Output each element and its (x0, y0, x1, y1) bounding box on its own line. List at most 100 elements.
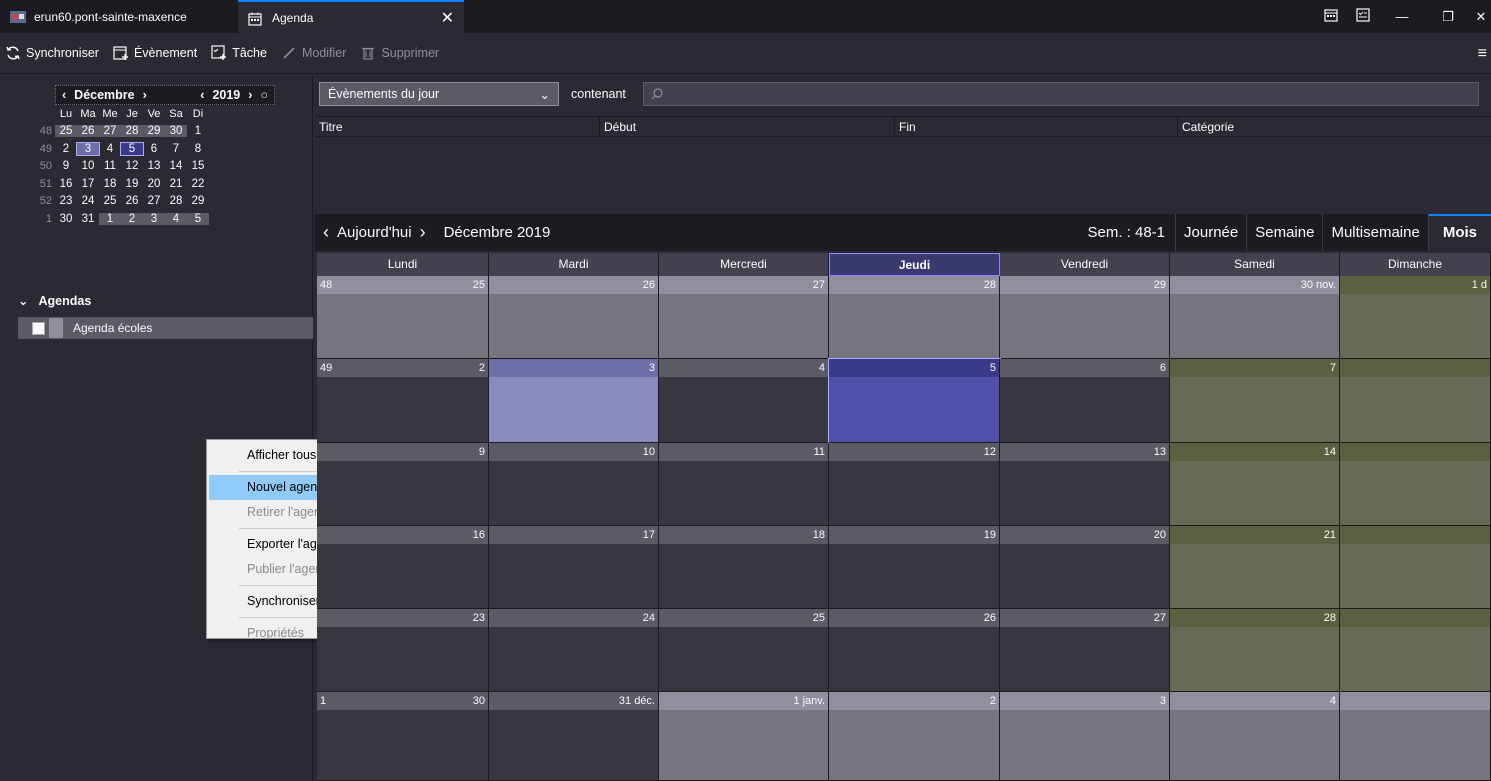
month-day-cell[interactable]: 24 (489, 609, 659, 692)
month-day-cell[interactable]: 28 (829, 276, 1000, 359)
month-day-cell[interactable]: 27 (1000, 609, 1170, 692)
month-day-cell[interactable]: 20 (1000, 526, 1170, 609)
month-day-cell[interactable]: 3 (489, 359, 659, 443)
month-day-cell[interactable]: 14 (1170, 443, 1340, 526)
mini-calendar-day[interactable]: 19 (121, 178, 143, 190)
mini-calendar-day[interactable]: 5 (187, 212, 209, 225)
month-day-cell[interactable]: 13 (1000, 443, 1170, 526)
mini-calendar-day[interactable]: 18 (99, 178, 121, 190)
month-day-cell[interactable] (1340, 359, 1491, 443)
mini-calendar-day[interactable]: 29 (143, 125, 165, 138)
month-day-cell[interactable]: 11 (659, 443, 829, 526)
mini-calendar-day[interactable]: 3 (143, 212, 165, 225)
mini-calendar-day[interactable]: 12 (121, 160, 143, 172)
search-input[interactable] (643, 82, 1479, 106)
mini-calendar-day[interactable]: 1 (187, 125, 209, 137)
month-day-cell[interactable]: 25 (659, 609, 829, 692)
prev-year-icon[interactable]: ‹ (200, 88, 204, 102)
mini-calendar-day[interactable]: 24 (77, 195, 99, 207)
hamburger-menu-icon[interactable]: ≡ (1478, 45, 1487, 63)
mini-calendar-day[interactable]: 20 (143, 178, 165, 190)
task-icon[interactable] (1347, 8, 1379, 25)
mini-calendar-day[interactable]: 23 (55, 195, 77, 207)
mini-calendar-day[interactable]: 22 (187, 178, 209, 190)
today-circle-icon[interactable]: ○ (260, 88, 268, 102)
month-day-cell[interactable]: 7 (1170, 359, 1340, 443)
month-day-cell[interactable] (1340, 609, 1491, 692)
month-day-cell[interactable]: 30 nov. (1170, 276, 1340, 359)
next-month-icon[interactable]: › (143, 88, 147, 102)
prev-icon[interactable]: ‹ (315, 222, 337, 243)
new-task-button[interactable]: Tâche (211, 45, 267, 61)
mini-calendar-day[interactable]: 21 (165, 178, 187, 190)
month-day-cell[interactable]: 6 (1000, 359, 1170, 443)
mini-calendar-day[interactable]: 15 (187, 160, 209, 172)
mini-calendar-month[interactable]: Décembre (74, 88, 134, 102)
month-day-cell[interactable]: 17 (489, 526, 659, 609)
view-tab-multiweek[interactable]: Multisemaine (1322, 214, 1427, 251)
mini-calendar-day[interactable]: 17 (77, 178, 99, 190)
next-year-icon[interactable]: › (248, 88, 252, 102)
mini-calendar-day[interactable]: 2 (121, 212, 143, 225)
mini-calendar-day[interactable]: 27 (143, 195, 165, 207)
month-day-cell[interactable] (1340, 692, 1491, 781)
month-day-cell[interactable]: 31 déc. (489, 692, 659, 781)
view-tab-week[interactable]: Semaine (1246, 214, 1322, 251)
month-day-cell[interactable]: 10 (489, 443, 659, 526)
mini-calendar-day[interactable]: 29 (187, 195, 209, 207)
restore-icon[interactable]: ❐ (1425, 9, 1471, 25)
month-day-cell[interactable]: 29 (1000, 276, 1170, 359)
minimize-icon[interactable]: — (1379, 9, 1425, 24)
month-day-cell[interactable] (1340, 526, 1491, 609)
mini-calendar-day[interactable]: 16 (55, 178, 77, 190)
mini-calendar-day[interactable]: 10 (77, 160, 99, 172)
mini-calendar-day[interactable]: 30 (165, 125, 187, 138)
mini-calendar-day[interactable]: 8 (187, 143, 209, 155)
month-day-cell[interactable]: 4 (659, 359, 829, 443)
month-day-cell[interactable]: 28 (1170, 609, 1340, 692)
month-day-cell[interactable]: 26 (829, 609, 1000, 692)
month-day-cell[interactable]: 2 (829, 692, 1000, 781)
mini-calendar-day[interactable]: 14 (165, 160, 187, 172)
month-day-cell[interactable]: 49 2 (317, 359, 489, 443)
mini-calendar-day[interactable]: 28 (165, 195, 187, 207)
mini-calendar-day[interactable]: 11 (99, 160, 121, 172)
tab-agenda[interactable]: Agenda ✕ (238, 0, 464, 33)
month-day-cell[interactable]: 5 (828, 358, 1001, 444)
month-day-cell[interactable]: 26 (489, 276, 659, 359)
mini-calendar-day[interactable]: 27 (99, 125, 121, 138)
mini-calendar-day[interactable]: 31 (77, 213, 99, 225)
month-day-cell[interactable]: 4 (1170, 692, 1340, 781)
month-day-cell[interactable]: 23 (317, 609, 489, 692)
next-icon[interactable]: › (412, 222, 434, 243)
mini-calendar-day[interactable]: 25 (99, 195, 121, 207)
month-day-cell[interactable]: 1 d (1340, 276, 1491, 359)
month-day-cell[interactable]: 19 (829, 526, 1000, 609)
mini-calendar-day[interactable]: 28 (121, 125, 143, 138)
month-day-cell[interactable] (1340, 443, 1491, 526)
view-tab-month[interactable]: Mois (1427, 214, 1491, 251)
mini-calendar-day[interactable]: 1 (99, 212, 121, 225)
sync-button[interactable]: Synchroniser (5, 45, 99, 61)
calendar-icon[interactable] (1315, 8, 1347, 25)
mini-calendar-day[interactable]: 26 (121, 195, 143, 207)
month-day-cell[interactable]: 12 (829, 443, 1000, 526)
prev-month-icon[interactable]: ‹ (62, 88, 66, 102)
mini-calendar-year[interactable]: 2019 (212, 88, 240, 102)
month-day-cell[interactable]: 16 (317, 526, 489, 609)
mini-calendar-day[interactable]: 25 (55, 125, 77, 138)
mini-calendar-day[interactable]: 6 (143, 143, 165, 155)
mini-calendar-day[interactable]: 3 (76, 141, 100, 156)
close-window-icon[interactable]: ✕ (1471, 9, 1491, 25)
month-day-cell[interactable]: 27 (659, 276, 829, 359)
mini-calendar-day[interactable]: 9 (55, 160, 77, 172)
edit-button[interactable]: Modifier (281, 45, 346, 61)
mini-calendar-day[interactable]: 7 (165, 143, 187, 155)
mini-calendar-day[interactable]: 4 (99, 143, 121, 155)
month-day-cell[interactable]: 21 (1170, 526, 1340, 609)
column-category[interactable]: Catégorie (1178, 117, 1491, 136)
new-event-button[interactable]: Évènement (113, 45, 197, 61)
mini-calendar-day[interactable]: 2 (55, 143, 77, 155)
mini-calendar-day[interactable]: 26 (77, 125, 99, 138)
event-filter-select[interactable]: Évènements du jour ⌄ (319, 82, 559, 106)
